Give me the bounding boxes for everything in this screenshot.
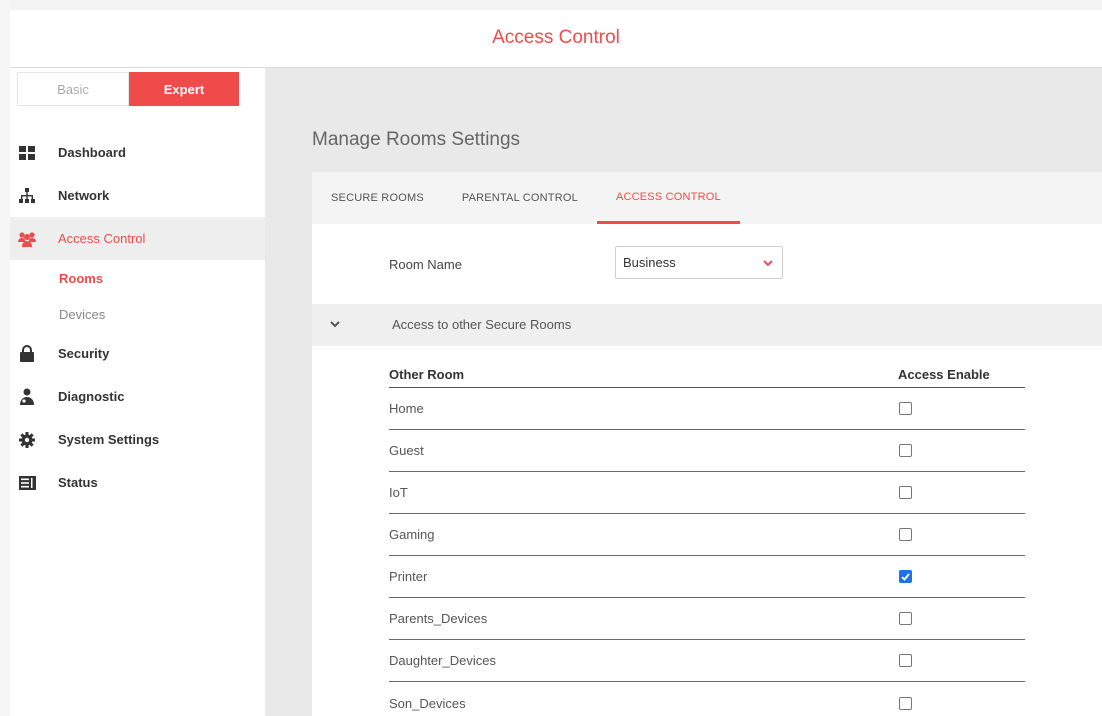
status-list-icon <box>18 474 36 492</box>
room-name-label: Room Name <box>389 257 462 272</box>
main-content: Manage Rooms Settings SECURE ROOMS PAREN… <box>265 68 1102 716</box>
chevron-down-icon <box>762 257 774 272</box>
table-row: Son_Devices <box>389 682 1025 716</box>
settings-card: SECURE ROOMS PARENTAL CONTROL ACCESS CON… <box>312 172 1102 716</box>
gear-icon <box>18 431 36 449</box>
access-enable-cell <box>898 696 1025 710</box>
access-enable-cell <box>898 654 1025 667</box>
sidebar-subitem-devices[interactable]: Devices <box>10 296 265 332</box>
sidebar: Basic Expert Dashboard Network Access Co… <box>10 68 265 716</box>
access-enable-checkbox[interactable] <box>899 612 912 625</box>
table-row: Guest <box>389 430 1025 472</box>
sidebar-item-label: System Settings <box>58 432 160 447</box>
access-enable-cell <box>898 444 1025 457</box>
access-enable-checkbox[interactable] <box>899 570 912 583</box>
access-enable-cell <box>898 402 1025 415</box>
page-title: Manage Rooms Settings <box>312 129 521 150</box>
access-enable-checkbox[interactable] <box>899 528 912 541</box>
basic-mode-button[interactable]: Basic <box>17 72 129 106</box>
room-name-cell: Home <box>389 401 424 416</box>
room-name-cell: Printer <box>389 569 428 584</box>
tab-secure-rooms[interactable]: SECURE ROOMS <box>312 172 443 224</box>
room-name-cell: Son_Devices <box>389 695 466 711</box>
dashboard-grid-icon <box>18 144 36 162</box>
sidebar-item-security[interactable]: Security <box>10 332 265 375</box>
table-row: Parents_Devices <box>389 598 1025 640</box>
chevron-down-icon[interactable] <box>329 317 341 335</box>
table-row: Gaming <box>389 514 1025 556</box>
access-enable-checkbox[interactable] <box>899 486 912 499</box>
mode-toggle: Basic Expert <box>17 72 239 106</box>
sidebar-item-diagnostic[interactable]: Diagnostic <box>10 375 265 418</box>
table-row: IoT <box>389 472 1025 514</box>
lock-icon <box>18 345 36 363</box>
access-enable-cell <box>898 486 1025 499</box>
sidebar-item-label: Dashboard <box>58 145 126 160</box>
room-name-cell: Parents_Devices <box>389 611 488 626</box>
sidebar-nav: Dashboard Network Access Control Rooms D… <box>10 131 265 504</box>
sidebar-item-dashboard[interactable]: Dashboard <box>10 131 265 174</box>
window-left-strip <box>0 0 10 716</box>
room-name-cell: Guest <box>389 443 424 458</box>
page-header-title: Access Control <box>492 27 620 48</box>
table-row: Daughter_Devices <box>389 640 1025 682</box>
doctor-icon <box>18 388 36 406</box>
sidebar-item-label: Diagnostic <box>58 389 125 404</box>
tab-bar: SECURE ROOMS PARENTAL CONTROL ACCESS CON… <box>312 172 1102 224</box>
sidebar-item-access-control[interactable]: Access Control <box>10 217 265 260</box>
access-enable-checkbox[interactable] <box>899 696 912 710</box>
room-name-cell: Gaming <box>389 527 435 542</box>
sidebar-item-network[interactable]: Network <box>10 174 265 217</box>
sidebar-item-status[interactable]: Status <box>10 461 265 504</box>
access-enable-cell <box>898 612 1025 625</box>
sidebar-item-label: Security <box>58 346 110 361</box>
room-name-row: Room Name Business <box>312 224 1102 304</box>
window-top-strip <box>0 0 1102 10</box>
sidebar-item-label: Network <box>58 188 110 203</box>
rooms-access-table: Other Room Access Enable Home Guest IoT Gam… <box>389 358 1025 716</box>
column-header-other-room: Other Room <box>389 367 465 382</box>
access-section-title: Access to other Secure Rooms <box>392 317 572 332</box>
room-name-cell: Daughter_Devices <box>389 653 496 668</box>
app-header: Access Control <box>10 10 1102 68</box>
access-enable-cell <box>898 570 1025 583</box>
users-group-icon <box>18 230 36 248</box>
table-row: Home <box>389 388 1025 430</box>
access-enable-cell <box>898 528 1025 541</box>
sidebar-item-label: Status <box>58 475 98 490</box>
room-name-select[interactable]: Business <box>615 246 783 279</box>
sidebar-subitem-rooms[interactable]: Rooms <box>10 260 265 296</box>
column-header-access-enable: Access Enable <box>898 367 990 382</box>
access-enable-checkbox[interactable] <box>899 444 912 457</box>
sidebar-item-label: Access Control <box>58 231 146 246</box>
network-tree-icon <box>18 187 36 205</box>
table-row: Printer <box>389 556 1025 598</box>
access-enable-checkbox[interactable] <box>899 402 912 415</box>
tab-parental-control[interactable]: PARENTAL CONTROL <box>443 172 597 224</box>
access-enable-checkbox[interactable] <box>899 654 912 667</box>
access-section-header[interactable]: Access to other Secure Rooms <box>312 304 1102 346</box>
sidebar-item-system-settings[interactable]: System Settings <box>10 418 265 461</box>
table-body: Home Guest IoT Gaming Printer Parents_Devices… <box>389 388 1025 716</box>
table-header: Other Room Access Enable <box>389 358 1025 388</box>
room-name-value: Business <box>623 255 676 270</box>
room-name-cell: IoT <box>389 485 408 500</box>
expert-mode-button[interactable]: Expert <box>129 72 239 106</box>
tab-access-control[interactable]: ACCESS CONTROL <box>596 172 740 224</box>
